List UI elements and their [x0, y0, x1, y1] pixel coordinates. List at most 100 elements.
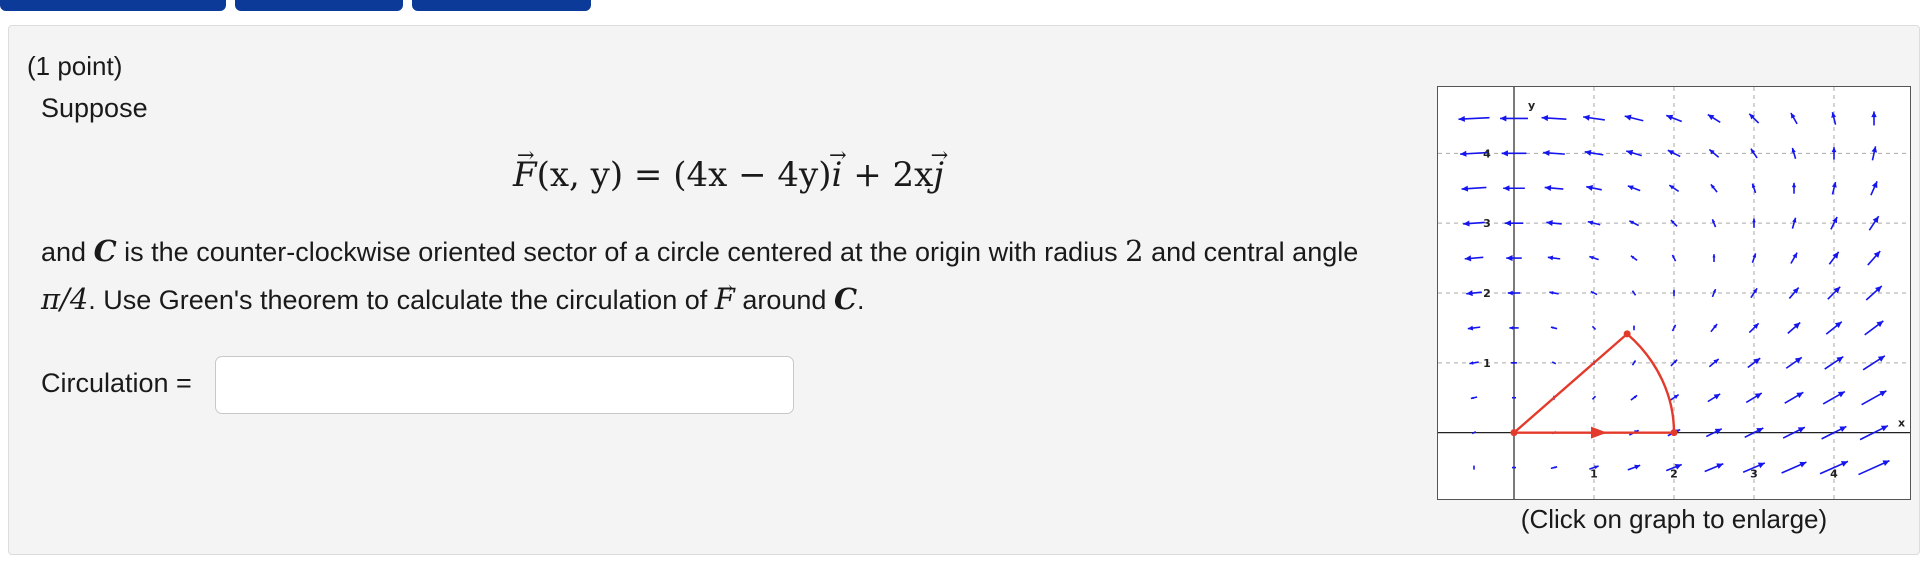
- field-arrow: [1544, 184, 1564, 192]
- x-tick-label: 1: [1590, 468, 1598, 481]
- field-arrow-head: [1507, 290, 1513, 296]
- toolbar-button-2[interactable]: [235, 0, 403, 11]
- field-arrow-head: [1504, 220, 1512, 227]
- field-arrow: [1668, 184, 1680, 193]
- sector-vertex: [1510, 429, 1518, 437]
- graph-caption[interactable]: (Click on graph to enlarge): [1437, 504, 1911, 535]
- field-arrow: [1710, 323, 1718, 333]
- field-arrow-head: [1544, 184, 1552, 192]
- unit-vector-j: j: [933, 155, 944, 195]
- vector-field-plot[interactable]: 1 2 3 4 1 2 3 4 y x: [1438, 87, 1910, 499]
- curve-symbol-inline: C: [833, 282, 858, 316]
- field-arrow: [1473, 465, 1475, 470]
- field-arrow: [1790, 252, 1798, 264]
- field-arrow: [1541, 115, 1567, 122]
- field-arrow: [1712, 254, 1716, 262]
- field-arrow: [1781, 461, 1807, 474]
- x-tick-label: 4: [1830, 468, 1838, 481]
- field-arrow: [1627, 464, 1641, 471]
- equation-args: (x, y) = (4x − 4y): [536, 155, 832, 195]
- field-arrow-head: [1506, 255, 1513, 262]
- description-text: and central angle: [1143, 237, 1359, 267]
- field-arrow: [1549, 291, 1559, 295]
- field-arrow: [1710, 183, 1718, 193]
- field-arrow: [1825, 321, 1843, 335]
- sector-vertex: [1670, 429, 1678, 437]
- field-arrow: [1861, 390, 1887, 406]
- field-arrow-head: [1871, 146, 1878, 153]
- field-arrow: [1591, 325, 1597, 331]
- problem-points: (1 point): [27, 51, 123, 81]
- field-arrow: [1464, 255, 1484, 262]
- y-tick-label: 1: [1483, 357, 1491, 370]
- y-tick-label: 2: [1483, 287, 1491, 300]
- field-arrow: [1787, 321, 1801, 334]
- description-text: and: [41, 237, 94, 267]
- field-arrow: [1466, 290, 1482, 297]
- field-arrow: [1546, 219, 1562, 227]
- field-arrow-head: [1464, 255, 1472, 262]
- field-symbol-inline: F: [715, 276, 735, 323]
- angle-value: π/4: [41, 282, 89, 316]
- field-arrow-head: [1871, 111, 1877, 118]
- y-axis-label: y: [1528, 99, 1535, 112]
- field-arrow: [1704, 462, 1724, 473]
- x-tick-label: 3: [1750, 468, 1758, 481]
- field-arrow: [1791, 182, 1797, 194]
- field-arrow: [1470, 396, 1478, 400]
- field-arrow: [1751, 253, 1757, 263]
- field-arrow: [1707, 393, 1721, 403]
- field-arrow-head: [1543, 149, 1550, 157]
- field-arrow: [1707, 113, 1721, 123]
- field-arrow-head: [1501, 150, 1508, 157]
- description-text: .: [857, 285, 865, 315]
- unit-vector-i: i: [832, 155, 843, 195]
- direction-arrow: [1591, 426, 1607, 439]
- field-arrow: [1512, 396, 1516, 399]
- field-arrow-head: [1541, 115, 1549, 122]
- field-arrow: [1547, 255, 1561, 261]
- field-arrow: [1512, 466, 1516, 469]
- field-arrow: [1627, 185, 1641, 192]
- field-arrow: [1550, 326, 1558, 330]
- field-arrow: [1624, 114, 1644, 122]
- curve-symbol: C: [93, 234, 117, 268]
- field-arrow-head: [1510, 361, 1514, 365]
- field-arrow-head: [1584, 149, 1592, 156]
- field-arrow-head: [1586, 184, 1594, 191]
- axis-labels: 1 2 3 4 1 2 3 4 y x: [1483, 99, 1905, 481]
- x-tick-label: 2: [1670, 468, 1678, 481]
- field-arrow: [1551, 361, 1557, 365]
- circulation-input[interactable]: [215, 356, 794, 414]
- field-arrow: [1458, 115, 1490, 122]
- description-text: around: [734, 285, 834, 315]
- field-arrow: [1630, 255, 1638, 262]
- field-arrow-head: [1791, 182, 1797, 188]
- x-axis-label: x: [1898, 417, 1905, 430]
- field-arrow: [1471, 431, 1477, 435]
- field-arrow: [1630, 394, 1638, 401]
- toolbar-button-3[interactable]: [412, 0, 591, 11]
- field-arrow-head: [1712, 254, 1716, 258]
- field-arrow-head: [1458, 115, 1465, 122]
- field-arrow: [1631, 290, 1637, 296]
- field-arrow-head: [1752, 253, 1757, 258]
- field-arrow: [1790, 112, 1798, 125]
- field-symbol: F: [513, 155, 537, 195]
- radius-value: 2: [1125, 234, 1144, 268]
- field-arrow-head: [1831, 147, 1837, 153]
- field-arrow: [1633, 325, 1635, 331]
- sector-vertex: [1623, 330, 1631, 338]
- field-arrow-head: [1460, 150, 1467, 157]
- vector-field-graph[interactable]: 1 2 3 4 1 2 3 4 y x: [1437, 86, 1911, 500]
- equation-middle: + 2x: [842, 155, 934, 195]
- toolbar-button-1[interactable]: [0, 0, 226, 11]
- field-arrow-head: [1509, 326, 1514, 330]
- field-arrow-head: [1463, 220, 1470, 227]
- field-arrow: [1871, 111, 1877, 126]
- description-text: . Use Green's theorem to calculate the c…: [88, 285, 715, 315]
- field-arrow-head: [1503, 185, 1510, 192]
- field-arrow: [1469, 361, 1479, 365]
- problem-description: and C is the counter-clockwise oriented …: [41, 228, 1381, 324]
- field-arrow: [1870, 180, 1878, 196]
